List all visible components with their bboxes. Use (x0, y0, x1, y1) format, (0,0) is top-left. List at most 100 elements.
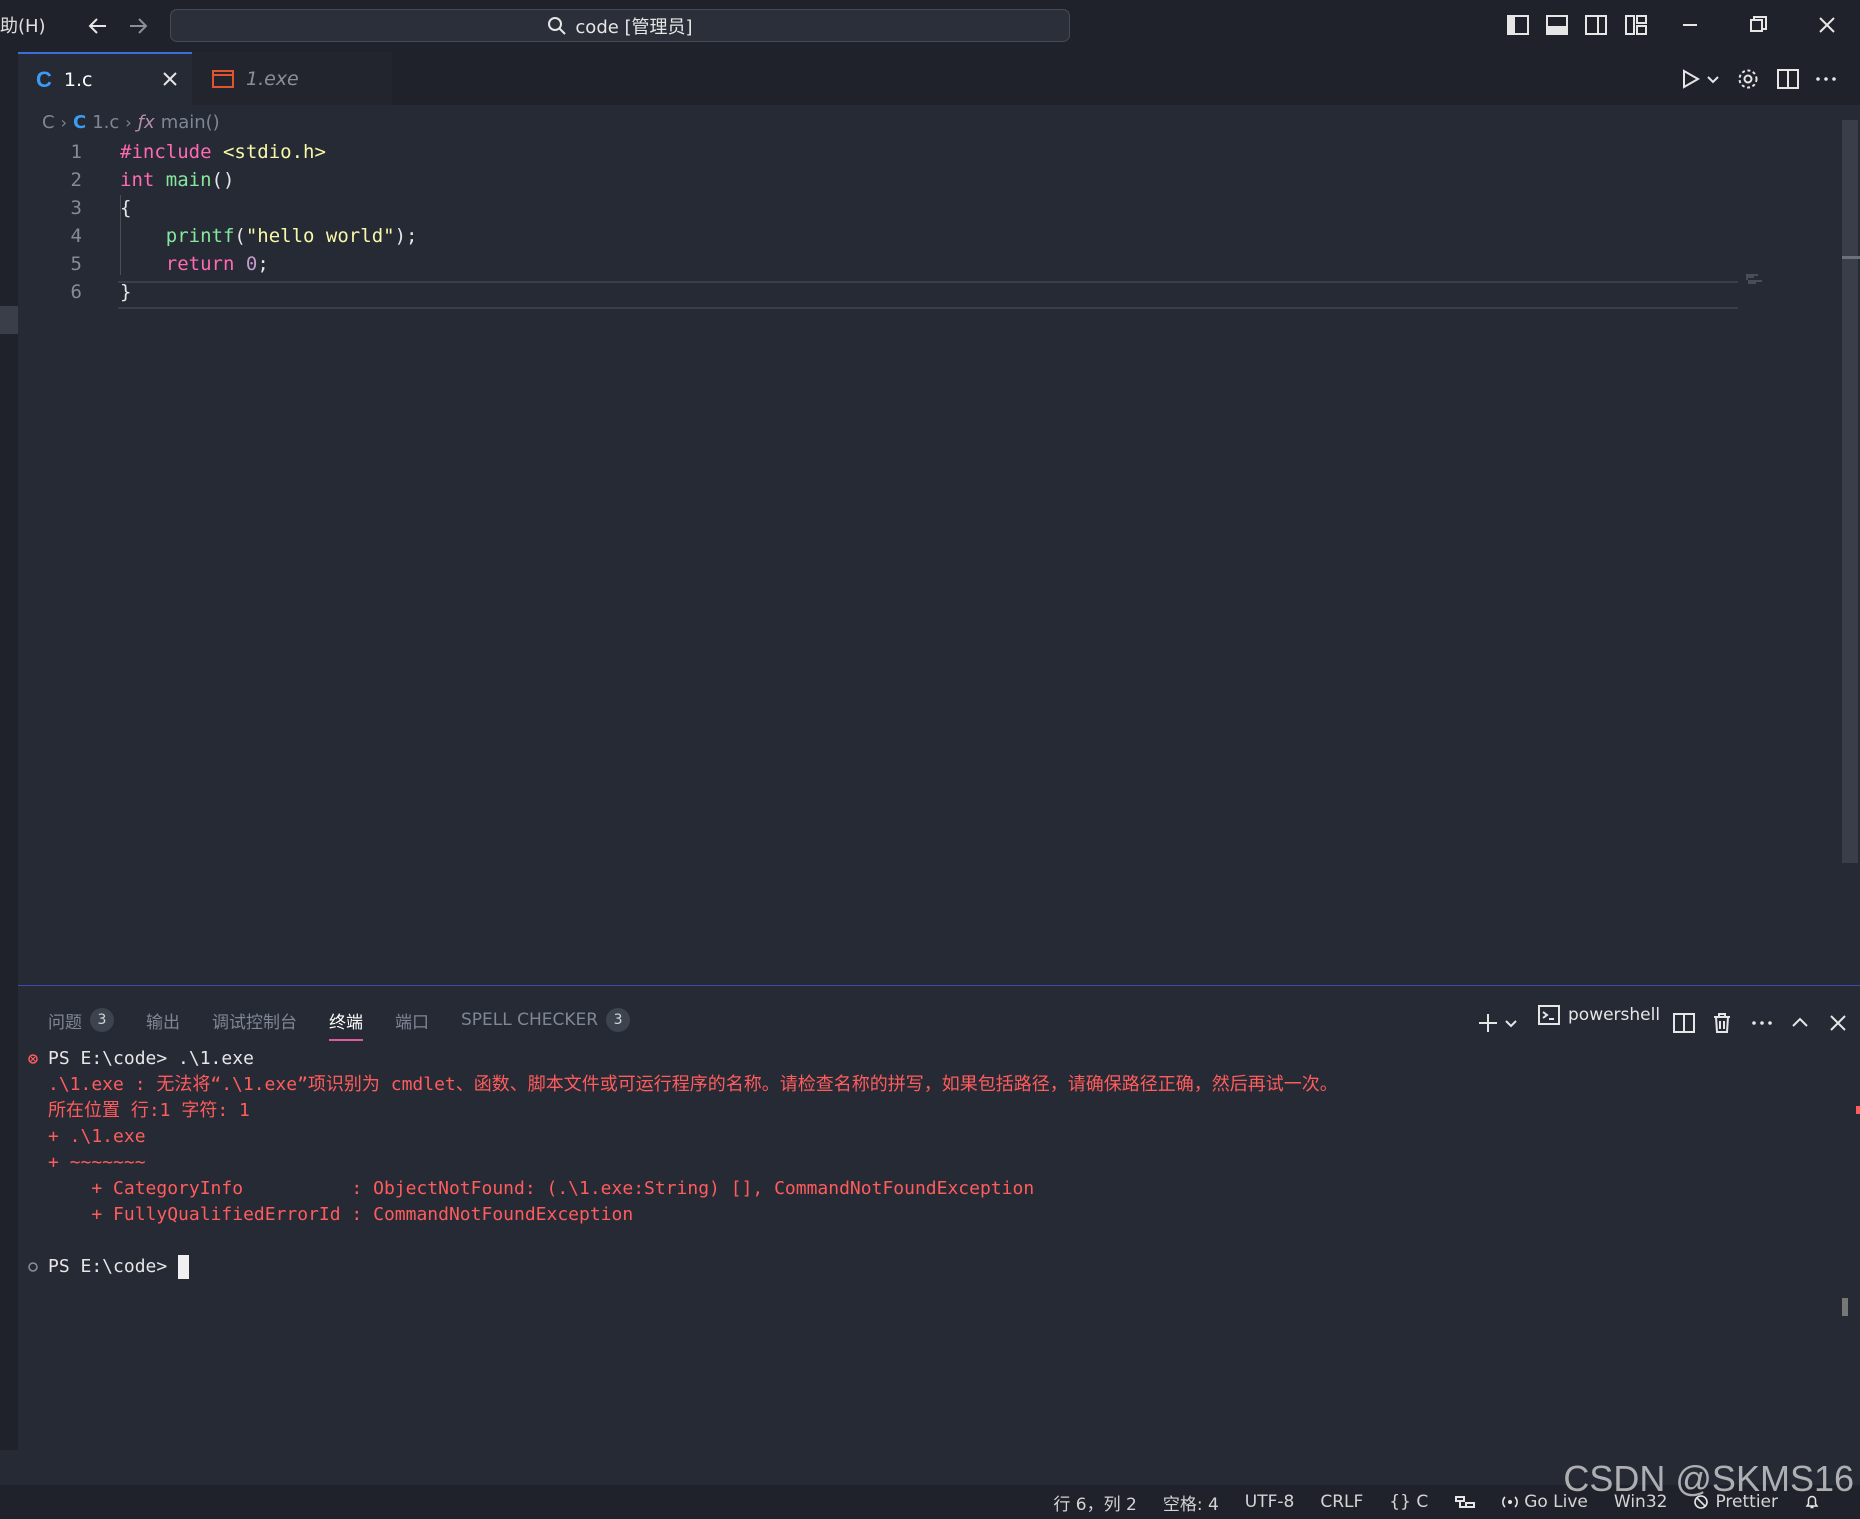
spell-checker-count-badge: 3 (606, 1008, 631, 1032)
toggle-secondary-sidebar-icon[interactable] (1584, 13, 1608, 37)
code-text: { (120, 197, 132, 219)
menu-help[interactable]: 助(H) (0, 12, 46, 38)
close-panel-icon[interactable] (1826, 1011, 1850, 1035)
forward-arrow-icon[interactable] (126, 14, 150, 38)
terminal-line: .\1.exe : 无法将“.\1.exe”项识别为 cmdlet、函数、脚本文… (48, 1074, 1338, 1095)
customize-layout-icon[interactable] (1624, 13, 1648, 37)
bottom-panel: 问题 3 输出 调试控制台 终端 端口 SPELL CHECKER 3 powe… (18, 985, 1860, 1486)
indentation[interactable]: 空格: 4 (1163, 1490, 1219, 1515)
chevron-down-icon[interactable] (1706, 67, 1720, 91)
tab-output[interactable]: 输出 (146, 1008, 180, 1033)
restore-icon[interactable] (1746, 13, 1770, 37)
tab-terminal[interactable]: 终端 (329, 1008, 363, 1041)
tab-problems[interactable]: 问题 3 (48, 1008, 114, 1033)
remote-icon[interactable] (1454, 1493, 1476, 1511)
tab-label: 调试控制台 (212, 1012, 297, 1033)
chevron-right-icon: › (60, 112, 67, 132)
terminal-line: + .\1.exe (48, 1126, 146, 1147)
toggle-primary-sidebar-icon[interactable] (1506, 13, 1530, 37)
code-text: printf("hello world"); (165, 225, 418, 247)
line-number: 1 (70, 141, 82, 163)
shell-name: powershell (1568, 1005, 1661, 1025)
code-line[interactable]: 3 { (18, 194, 1718, 222)
search-icon (548, 16, 567, 35)
maximize-panel-icon[interactable] (1788, 1011, 1812, 1035)
tab-label: 终端 (329, 1012, 363, 1033)
toggle-panel-icon[interactable] (1545, 13, 1569, 37)
line-number: 2 (70, 169, 82, 191)
breadcrumb-symbol[interactable]: main() (161, 112, 220, 133)
error-decoration-icon (28, 1054, 38, 1064)
close-window-icon[interactable] (1815, 13, 1839, 37)
terminal-prompt-line: PS E:\code> (48, 1254, 190, 1280)
search-text: code [管理员] (575, 16, 693, 38)
new-terminal-plus-icon[interactable] (1476, 1011, 1500, 1035)
breadcrumb: C › C 1.c › ƒx main() (42, 110, 220, 134)
tab-spell-checker[interactable]: SPELL CHECKER 3 (461, 1008, 631, 1032)
terminal-output[interactable]: PS E:\code> .\1.exe .\1.exe : 无法将“.\1.ex… (18, 1046, 1860, 1466)
breadcrumb-file[interactable]: 1.c (92, 112, 119, 133)
terminal-error-marker (1856, 1106, 1860, 1114)
remote-icon (1455, 1496, 1476, 1508)
tab-1-exe[interactable]: 1.exe (192, 52, 392, 105)
line-number: 6 (70, 281, 82, 303)
terminal-prompt: PS E:\code> (48, 1256, 179, 1277)
tab-ports[interactable]: 端口 (395, 1008, 429, 1033)
function-symbol-icon: ƒx (137, 111, 155, 133)
terminal-scrollbar[interactable] (1842, 1298, 1848, 1316)
activity-bar-edge (0, 52, 18, 1450)
end-of-line[interactable]: CRLF (1320, 1492, 1363, 1512)
terminal-shell-selector[interactable]: powershell (1538, 1004, 1660, 1026)
minimap[interactable] (1746, 274, 1774, 284)
minimize-icon[interactable] (1678, 13, 1702, 37)
title-bar: 助(H) code [管理员] (0, 0, 1860, 52)
c-language-icon: C (36, 66, 52, 92)
terminal-line: 所在位置 行:1 字符: 1 (48, 1100, 250, 1121)
close-icon[interactable] (160, 69, 180, 89)
code-text: #include <stdio.h> (120, 141, 326, 163)
code-editor[interactable]: 1 #include <stdio.h> 2 int main() 3 { 4 … (18, 138, 1860, 983)
line-number: 3 (70, 197, 82, 219)
code-line[interactable]: 5 return 0; (18, 250, 1718, 278)
terminal-cursor (178, 1255, 190, 1279)
tab-label: 1.exe (246, 67, 299, 90)
broadcast-icon (1502, 1496, 1519, 1508)
line-number: 4 (70, 225, 82, 247)
chevron-down-icon[interactable] (1504, 1011, 1518, 1035)
tab-debug-console[interactable]: 调试控制台 (212, 1008, 297, 1033)
trash-icon[interactable] (1710, 1011, 1734, 1035)
command-center-search[interactable]: code [管理员] (170, 9, 1070, 42)
code-line[interactable]: 4 printf("hello world"); (18, 222, 1718, 250)
code-text: } (120, 281, 132, 303)
terminal-icon (1538, 1005, 1560, 1025)
breadcrumb-folder[interactable]: C (42, 112, 55, 133)
tab-label: 输出 (146, 1012, 180, 1033)
terminal-line: + CategoryInfo : ObjectNotFound: (.\1.ex… (48, 1178, 1035, 1199)
tab-label: 1.c (63, 68, 93, 91)
tab-1-c[interactable]: C 1.c (18, 52, 192, 105)
encoding[interactable]: UTF-8 (1245, 1492, 1295, 1512)
c-language-icon: C (72, 111, 87, 133)
code-line[interactable]: 2 int main() (18, 166, 1718, 194)
code-line[interactable]: 1 #include <stdio.h> (18, 138, 1718, 166)
cursor-position[interactable]: 行 6，列 2 (1053, 1490, 1136, 1515)
run-icon[interactable] (1678, 67, 1702, 91)
line-number: 5 (70, 253, 82, 275)
tab-label: 问题 (48, 1012, 82, 1033)
editor-scrollbar[interactable] (1842, 120, 1858, 863)
code-text: int main() (120, 169, 235, 191)
more-actions-icon[interactable] (1814, 67, 1838, 91)
split-terminal-icon[interactable] (1672, 1011, 1696, 1035)
split-editor-icon[interactable] (1776, 67, 1800, 91)
back-arrow-icon[interactable] (86, 14, 110, 38)
gear-icon[interactable] (1736, 67, 1760, 91)
terminal-line: + FullyQualifiedErrorId : CommandNotFoun… (48, 1204, 634, 1225)
more-actions-icon[interactable] (1750, 1011, 1774, 1035)
code-line[interactable]: 6 } (18, 278, 1718, 306)
panel-tab-bar: 问题 3 输出 调试控制台 终端 端口 SPELL CHECKER 3 (48, 1000, 631, 1041)
chevron-right-icon: › (125, 112, 132, 132)
binary-file-icon (212, 69, 234, 88)
language-mode[interactable]: {} C (1389, 1492, 1428, 1512)
command-decoration-icon (28, 1262, 38, 1272)
editor-tab-bar: C 1.c 1.exe (18, 52, 1860, 105)
